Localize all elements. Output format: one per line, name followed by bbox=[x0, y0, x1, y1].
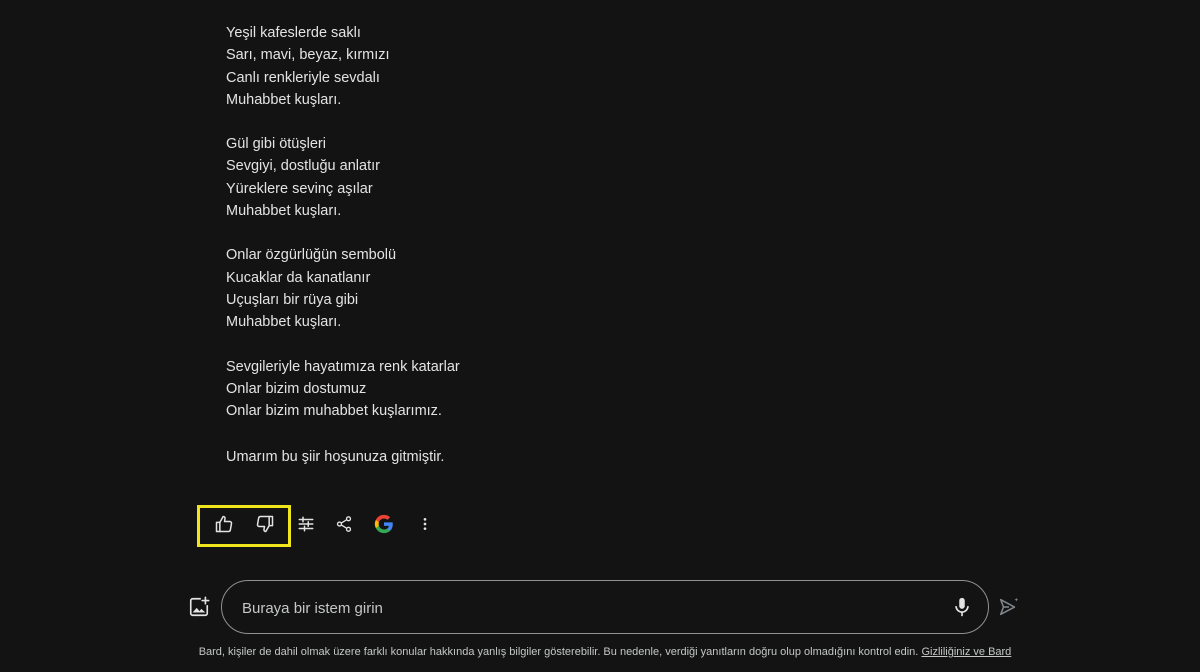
poem-line: Onlar bizim dostumuz bbox=[226, 380, 367, 397]
prompt-input-row bbox=[180, 580, 1040, 634]
send-icon bbox=[999, 597, 1019, 616]
more-vert-icon bbox=[423, 518, 427, 530]
tune-icon bbox=[298, 516, 314, 532]
poem-line: Uçuşları bir rüya gibi bbox=[226, 291, 359, 308]
poem-stanza: Onlar özgürlüğün sembolü Kucaklar da kan… bbox=[226, 244, 926, 333]
prompt-input[interactable] bbox=[240, 595, 924, 621]
share-button[interactable] bbox=[331, 511, 357, 537]
response-poem: Yeşil kafeslerde saklı Sarı, mavi, beyaz… bbox=[226, 22, 926, 444]
poem-line: Kucaklar da kanatlanır bbox=[226, 269, 371, 286]
more-options-button[interactable] bbox=[412, 511, 438, 537]
poem-line: Yüreklere sevinç aşılar bbox=[226, 180, 373, 197]
modify-response-button[interactable] bbox=[293, 511, 319, 537]
poem-line: Sarı, mavi, beyaz, kırmızı bbox=[226, 47, 390, 64]
poem-line: Canlı renkleriyle sevdalı bbox=[226, 69, 380, 86]
poem-stanza: Yeşil kafeslerde saklı Sarı, mavi, beyaz… bbox=[226, 22, 926, 111]
poem-line: Onlar özgürlüğün sembolü bbox=[226, 247, 397, 264]
poem-stanza: Gül gibi ötüşleri Sevgiyi, dostluğu anla… bbox=[226, 133, 926, 222]
poem-line: Sevgileriyle hayatımıza renk katarlar bbox=[226, 358, 460, 375]
thumbs-up-icon bbox=[215, 515, 233, 533]
poem-line: Gül gibi ötüşleri bbox=[226, 136, 326, 153]
google-search-button[interactable] bbox=[371, 511, 397, 537]
add-image-button[interactable] bbox=[188, 596, 210, 618]
prompt-box bbox=[221, 580, 989, 634]
disclaimer-footer: Bard, kişiler de dahil olmak üzere farkl… bbox=[180, 645, 1030, 659]
microphone-button[interactable] bbox=[951, 595, 973, 619]
poem-line: Yeşil kafeslerde saklı bbox=[226, 25, 361, 41]
add-image-icon bbox=[189, 596, 210, 617]
disclaimer-text: Bard, kişiler de dahil olmak üzere farkl… bbox=[198, 646, 919, 658]
thumbs-up-button[interactable] bbox=[211, 511, 237, 537]
thumbs-down-button[interactable] bbox=[252, 511, 278, 537]
poem-line: Muhabbet kuşları. bbox=[226, 203, 342, 220]
privacy-link[interactable]: Gizliliğiniz ve Bard bbox=[921, 646, 1011, 658]
thumbs-down-icon bbox=[256, 515, 274, 533]
poem-line: Muhabbet kuşları. bbox=[226, 91, 342, 108]
poem-line: Onlar bizim muhabbet kuşlarımız. bbox=[226, 403, 442, 420]
poem-line: Muhabbet kuşları. bbox=[226, 314, 342, 331]
share-icon bbox=[336, 516, 352, 532]
poem-line: Sevgiyi, dostluğu anlatır bbox=[226, 158, 380, 175]
closing-line: Umarım bu şiir hoşunuza gitmiştir. bbox=[226, 449, 445, 465]
google-icon bbox=[374, 514, 393, 534]
send-button[interactable] bbox=[998, 596, 1020, 618]
poem-stanza: Sevgileriyle hayatımıza renk katarlar On… bbox=[226, 356, 926, 423]
microphone-icon bbox=[955, 597, 969, 617]
